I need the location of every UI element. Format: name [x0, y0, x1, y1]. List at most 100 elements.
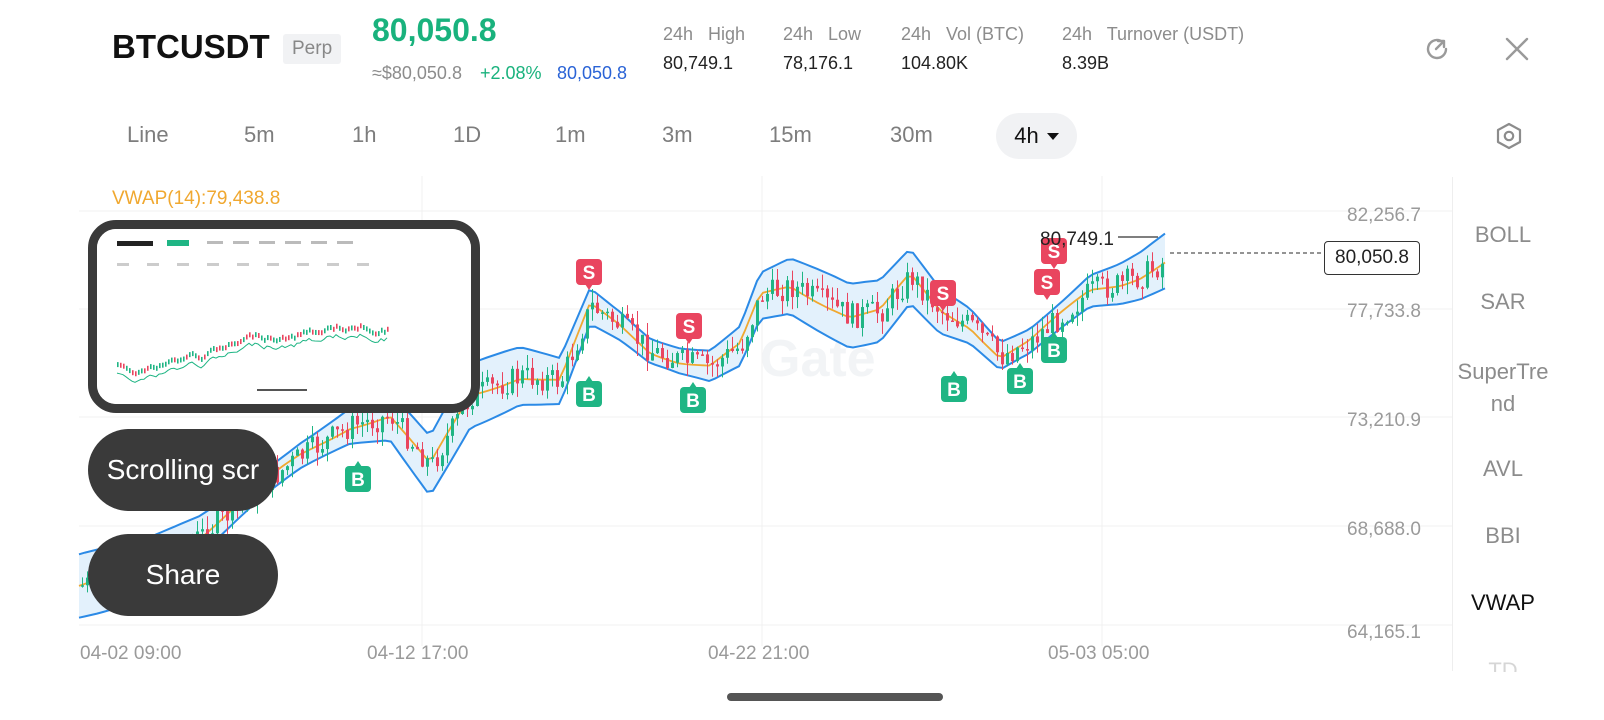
- thumb-candle: [231, 341, 233, 347]
- thumb-candle: [216, 347, 218, 353]
- thumb-candle: [273, 337, 275, 343]
- thumb-candle: [189, 352, 191, 358]
- timeframe-3m[interactable]: 3m: [662, 122, 693, 148]
- candle-body: [961, 320, 964, 327]
- candle-body: [1111, 292, 1114, 298]
- thumb-candle: [381, 327, 383, 333]
- candle-body: [726, 348, 729, 358]
- svg-text:B: B: [351, 470, 365, 491]
- thumb-candle: [375, 331, 377, 337]
- timeframe-15m[interactable]: 15m: [769, 122, 812, 148]
- y-tick-label: 82,256.7: [1347, 205, 1421, 226]
- close-icon[interactable]: [1503, 35, 1531, 68]
- candle-body: [916, 276, 919, 285]
- candle-body: [1011, 353, 1014, 362]
- candle-body: [1156, 271, 1159, 278]
- candle-body: [856, 303, 859, 328]
- timeframe-5m[interactable]: 5m: [244, 122, 275, 148]
- candle-body: [496, 383, 499, 386]
- screenshot-thumbnail[interactable]: [88, 220, 480, 413]
- candle-body: [601, 312, 604, 314]
- svg-text:S: S: [1041, 273, 1054, 294]
- candle-body: [361, 422, 364, 425]
- thumb-candle: [261, 335, 263, 341]
- thumb-candle: [243, 337, 245, 343]
- timeframe-1d[interactable]: 1D: [453, 122, 481, 148]
- thumb-candle: [123, 363, 125, 369]
- thumb-candle: [258, 333, 260, 339]
- timeframe-line[interactable]: Line: [127, 122, 169, 148]
- y-tick-label: 77,733.8: [1347, 301, 1421, 322]
- candle-body: [641, 334, 644, 344]
- thumb-candle: [219, 345, 221, 351]
- thumb-candle: [270, 335, 272, 341]
- candle-body: [501, 385, 504, 394]
- candle-body: [806, 282, 809, 297]
- scrolling-screenshot-button[interactable]: Scrolling scr: [88, 429, 278, 511]
- candle-body: [921, 276, 924, 301]
- candle-body: [1026, 349, 1029, 351]
- thumb-stat-block: [259, 241, 275, 244]
- svg-text:B: B: [1047, 341, 1061, 362]
- candle-body: [351, 415, 354, 439]
- indicator-vwap[interactable]: VWAP: [1452, 590, 1554, 616]
- candle-body: [396, 422, 399, 424]
- candle-body: [971, 314, 974, 321]
- candle-body: [876, 301, 879, 314]
- candle-body: [1051, 312, 1054, 334]
- timeframe-4h-dropdown[interactable]: 4h: [996, 113, 1077, 159]
- thumb-candle: [297, 332, 299, 338]
- candle-body: [966, 314, 969, 321]
- thumb-candle: [126, 365, 128, 371]
- candle-body: [316, 436, 319, 453]
- candle-body: [536, 380, 539, 385]
- candle-body: [481, 381, 484, 387]
- stat-low-label: 24h Low: [783, 24, 862, 44]
- candle-body: [291, 455, 294, 467]
- indicator-avl[interactable]: AVL: [1452, 456, 1554, 482]
- thumb-candle: [339, 325, 341, 331]
- thumb-candle: [141, 368, 143, 374]
- refresh-icon[interactable]: [1422, 34, 1452, 69]
- timeframe-1m[interactable]: 1m: [555, 122, 586, 148]
- indicator-bbi[interactable]: BBI: [1452, 523, 1554, 549]
- candle-body: [551, 370, 554, 375]
- thumb-price-block: [167, 240, 189, 246]
- candle-body: [326, 436, 329, 450]
- candle-body: [511, 368, 514, 394]
- candle-body: [1161, 263, 1164, 278]
- candle-body: [956, 321, 959, 327]
- candle-body: [701, 354, 704, 356]
- indicator-td[interactable]: TD: [1452, 658, 1554, 672]
- settings-icon[interactable]: [1495, 122, 1523, 155]
- stat-vol-label: 24h Vol (BTC): [901, 24, 1025, 44]
- candle-body: [941, 311, 944, 314]
- candle-body: [451, 418, 454, 436]
- home-indicator: [727, 693, 943, 701]
- candle-body: [676, 353, 679, 363]
- thumb-candle: [291, 333, 293, 339]
- indicator-boll[interactable]: BOLL: [1452, 222, 1554, 248]
- thumb-candle: [144, 368, 146, 374]
- candle-body: [216, 510, 219, 534]
- indicator-sar[interactable]: SAR: [1452, 289, 1554, 315]
- candle-body: [1106, 278, 1109, 298]
- timeframe-1h[interactable]: 1h: [352, 122, 376, 148]
- candle-body: [661, 348, 664, 359]
- thumb-candle: [210, 347, 212, 353]
- thumb-candle: [288, 335, 290, 341]
- candle-body: [731, 348, 734, 351]
- thumb-tab-block: [327, 263, 339, 266]
- thumb-tab-block: [267, 263, 279, 266]
- share-button[interactable]: Share: [88, 534, 278, 616]
- indicator-supertrend[interactable]: SuperTre nd: [1452, 356, 1554, 420]
- thumb-candle: [384, 329, 386, 335]
- thumb-candle: [267, 335, 269, 341]
- thumb-candle: [138, 369, 140, 375]
- thumb-candle: [357, 326, 359, 332]
- timeframe-30m[interactable]: 30m: [890, 122, 933, 148]
- candle-body: [841, 301, 844, 307]
- thumb-candle: [321, 330, 323, 336]
- y-tick-label: 68,688.0: [1347, 519, 1421, 540]
- thumb-candle: [324, 328, 326, 334]
